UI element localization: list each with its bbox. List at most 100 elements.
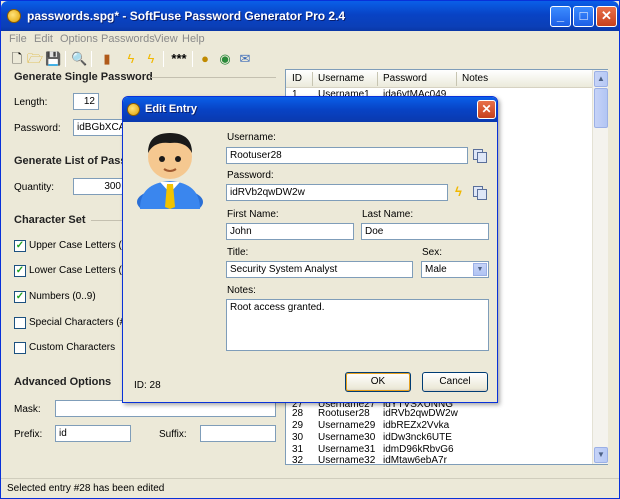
menu-options[interactable]: Options [60,33,98,45]
maximize-button[interactable]: □ [573,6,594,27]
ok-button[interactable]: OK [345,372,411,392]
table-row[interactable]: 31 Username31 idmD96kRbvG6 [286,444,592,455]
custom-chars-checkbox[interactable] [14,342,26,354]
column-separator [377,72,378,86]
generate-icon[interactable]: ϟ [123,51,139,67]
column-separator [312,72,313,86]
scroll-up-button[interactable]: ▲ [594,71,608,87]
password-label: Password: [227,170,274,181]
close-button[interactable]: ✕ [596,6,617,27]
generate-list-icon[interactable]: ϟ [143,51,159,67]
password-input[interactable]: idRVb2qwDW2w [226,184,448,201]
web-icon[interactable]: ◉ [217,51,233,67]
toolbar-separator [163,51,164,67]
app-icon [7,9,21,23]
menu-passwords[interactable]: Passwords [101,33,155,45]
find-icon[interactable]: 🔍 [71,51,87,67]
suffix-label: Suffix: [159,429,187,440]
menu-view[interactable]: View [154,33,178,45]
mask-icon[interactable]: *** [171,51,187,67]
notes-text: Root access granted. [230,302,325,313]
bolt-icon[interactable]: ϟ [455,185,465,199]
toolbar-separator [65,51,66,67]
user-avatar-icon [137,133,203,209]
menu-edit[interactable]: Edit [34,33,53,45]
notes-textarea[interactable]: Root access granted. [226,299,489,351]
notes-label: Notes: [227,285,256,296]
last-name-input[interactable]: Doe [361,223,489,240]
character-set-heading: Character Set [14,214,86,226]
prefix-input[interactable]: id [55,425,131,442]
first-name-input[interactable]: John [226,223,354,240]
copy-icon[interactable] [473,186,487,200]
numbers-label: Numbers (0..9) [29,291,96,302]
status-text: Selected entry #28 has been edited [7,483,165,494]
title-input[interactable]: Security System Analyst [226,261,413,278]
list-password-heading: Generate List of Passw [14,155,136,167]
cell-id: 30 [292,432,304,443]
quantity-spinner[interactable]: 300 [73,178,125,195]
window-title: passwords.spg* - SoftFuse Password Gener… [27,9,346,23]
dialog-icon [127,103,140,116]
email-icon[interactable]: ✉ [237,51,253,67]
table-row[interactable]: 30 Username30 idDw3nck6UTE [286,432,592,443]
chevron-down-icon[interactable]: ▼ [473,263,487,276]
table-row[interactable]: 29 Username29 idbREZx2Vvka [286,420,592,431]
lowercase-checkbox[interactable]: ✓ [14,265,26,277]
scroll-down-button[interactable]: ▼ [594,447,608,463]
column-id[interactable]: ID [292,73,302,84]
length-label: Length: [14,97,48,108]
column-notes[interactable]: Notes [462,73,488,84]
sex-label: Sex: [422,247,443,258]
options-icon[interactable]: ▮ [99,51,115,67]
first-name-label: First Name: [227,209,279,220]
entry-id-label: ID: 28 [134,380,161,391]
menu-file[interactable]: File [9,33,27,45]
section-divider [91,220,123,221]
scroll-thumb[interactable] [594,88,608,128]
toolbar-separator [192,51,193,67]
title-label: Title: [227,247,249,258]
length-spinner[interactable]: 12 [73,93,99,110]
numbers-checkbox[interactable]: ✓ [14,291,26,303]
table-row[interactable]: 28 Rootuser28 idRVb2qwDW2w [286,408,592,419]
uppercase-checkbox[interactable]: ✓ [14,240,26,252]
advanced-options-heading: Advanced Options [14,376,112,388]
section-divider [151,77,276,78]
menu-help[interactable]: Help [182,33,205,45]
column-password[interactable]: Password [383,73,427,84]
cancel-button[interactable]: Cancel [422,372,488,392]
sex-select[interactable]: Male ▼ [421,261,489,278]
generated-password-field[interactable]: idBGbXCAg [73,119,125,136]
list-scrollbar[interactable]: ▲ ▼ [592,70,608,464]
title-bar[interactable]: passwords.spg* - SoftFuse Password Gener… [1,1,619,31]
cell-username: Username30 [318,432,376,443]
export-icon[interactable]: ● [197,51,213,67]
dialog-close-button[interactable]: ✕ [477,100,496,119]
cell-id: 28 [292,408,304,419]
suffix-input[interactable] [200,425,276,442]
save-icon[interactable]: 💾 [45,51,61,67]
username-input[interactable]: Rootuser28 [226,147,468,164]
special-chars-checkbox[interactable] [14,317,26,329]
table-row[interactable]: 32 Username32 idMtaw6ebA7r [286,455,592,466]
column-username[interactable]: Username [318,73,364,84]
open-folder-icon[interactable]: 🗁 [27,51,43,67]
copy-icon[interactable] [473,149,487,163]
minimize-button[interactable]: _ [550,6,571,27]
quantity-label: Quantity: [14,182,55,193]
menu-bar: File Edit Options Passwords View Help [1,31,619,49]
mask-label: Mask: [14,404,41,415]
last-name-label: Last Name: [362,209,414,220]
cell-username: Rootuser28 [318,408,370,419]
new-file-icon[interactable]: 🗋 [9,51,25,67]
username-label: Username: [227,132,276,143]
column-separator [456,72,457,86]
cell-id: 32 [292,455,304,466]
dialog-title-bar[interactable]: Edit Entry ✕ [123,97,497,122]
cell-username: Username29 [318,420,376,431]
cell-password: idRVb2qwDW2w [383,408,458,419]
list-header: ID Username Password Notes [286,70,592,88]
edit-entry-dialog: Edit Entry ✕ Username: Rootuser28 Passwo… [122,96,498,403]
custom-chars-label: Custom Characters [29,342,116,353]
